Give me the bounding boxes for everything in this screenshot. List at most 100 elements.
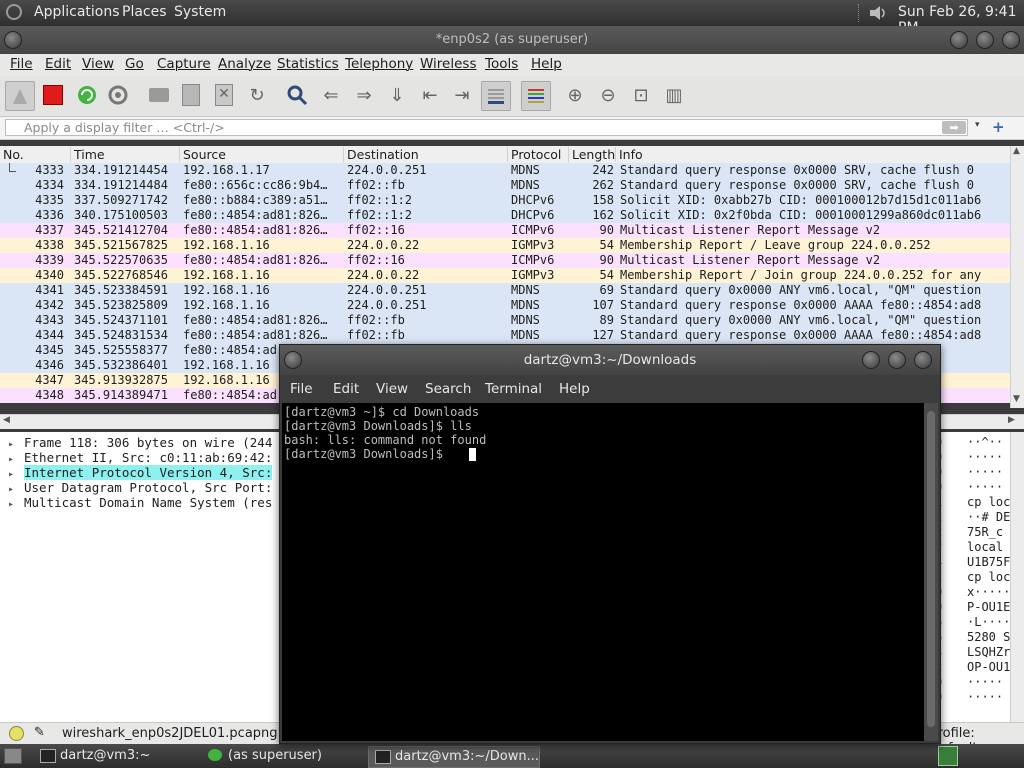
menu-go[interactable]: Go <box>125 56 144 72</box>
maximize-button[interactable] <box>888 351 906 369</box>
task-terminal-downloads[interactable]: dartz@vm3:~/Down... <box>368 746 540 768</box>
packet-row[interactable]: 4339 345.522570635 fe80::4854:ad81:826… ff0… <box>0 253 1010 268</box>
close-button[interactable] <box>914 351 932 369</box>
first-packet-icon[interactable]: ⇤ <box>416 81 444 109</box>
menu-statistics[interactable]: Statistics <box>277 56 339 72</box>
detail-tree-item[interactable]: ▸ Internet Protocol Version 4, Src: <box>8 465 273 480</box>
ascii-text[interactable]: ····· <box>967 675 1003 689</box>
terminal-menu-help[interactable]: Help <box>559 381 590 397</box>
packet-row[interactable]: 4333 334.191214454 192.168.1.17 224.0.0.251… <box>0 163 1010 178</box>
ascii-text[interactable]: cp loc <box>967 495 1010 509</box>
scroll-right-icon[interactable]: ▶ <box>1008 415 1015 425</box>
ascii-text[interactable]: x····· <box>967 585 1010 599</box>
scroll-left-icon[interactable]: ◀ <box>3 415 10 425</box>
ascii-text[interactable]: U1B75F <box>967 555 1010 569</box>
zoom-in-icon[interactable]: ⊕ <box>561 81 589 109</box>
ascii-text[interactable]: ····· <box>967 465 1003 479</box>
minimize-button[interactable] <box>862 351 880 369</box>
ascii-text[interactable]: OP-OU1 <box>967 660 1010 674</box>
wireshark-titlebar[interactable]: *enp0s2 (as superuser) <box>0 26 1024 54</box>
terminal-menu-file[interactable]: File <box>290 381 313 397</box>
packet-row[interactable]: 4334 334.191214484 fe80::656c:cc86:9b4… ff0… <box>0 178 1010 193</box>
resize-columns-icon[interactable]: ▥ <box>660 81 688 109</box>
menu-tools[interactable]: Tools <box>485 56 518 72</box>
places-menu[interactable]: Places <box>122 4 167 20</box>
autoscroll-icon[interactable] <box>481 81 511 111</box>
maximize-button[interactable] <box>976 31 994 49</box>
packet-row[interactable]: 4338 345.521567825 192.168.1.16 224.0.0.22 I… <box>0 238 1010 253</box>
terminal-scrollbar[interactable] <box>924 403 938 741</box>
scroll-down-icon[interactable]: ▼ <box>1013 394 1020 404</box>
expand-arrow-icon[interactable]: ▸ <box>8 497 24 512</box>
task-wireshark[interactable]: (as superuser) <box>202 746 388 766</box>
go-to-packet-icon[interactable]: ⇓ <box>383 81 411 109</box>
packet-row[interactable]: 4336 340.175100503 fe80::4854:ad81:826… ff0… <box>0 208 1010 223</box>
menu-wireless[interactable]: Wireless <box>420 56 477 72</box>
minimize-button[interactable] <box>950 31 968 49</box>
filter-dropdown-icon[interactable]: ▾ <box>975 120 980 130</box>
capture-comment-icon[interactable]: ✎ <box>34 725 45 740</box>
capture-options-icon[interactable] <box>104 81 132 109</box>
close-button[interactable] <box>1002 31 1020 49</box>
terminal-titlebar[interactable]: dartz@vm3:~/Downloads <box>280 345 940 375</box>
terminal-menu-edit[interactable]: Edit <box>333 381 359 397</box>
terminal-scroll-thumb[interactable] <box>927 411 935 727</box>
task-terminal-home[interactable]: dartz@vm3:~ <box>34 746 220 766</box>
terminal-output[interactable]: [dartz@vm3 ~]$ cd Downloads [dartz@vm3 D… <box>282 403 924 741</box>
packet-row[interactable]: 4344 345.524831534 fe80::4854:ad81:826… ff0… <box>0 328 1010 343</box>
packet-row[interactable]: 4341 345.523384591 192.168.1.16 224.0.0.251… <box>0 283 1010 298</box>
packet-list-scrollbar[interactable]: ▲ ▼ <box>1010 146 1024 408</box>
open-file-icon[interactable] <box>145 81 173 109</box>
applications-menu[interactable]: Applications <box>34 4 120 20</box>
menu-file[interactable]: File <box>10 56 33 72</box>
ascii-text[interactable]: 75R_c <box>967 525 1003 539</box>
column-info[interactable]: Info <box>615 147 643 162</box>
ascii-text[interactable]: ····· <box>967 480 1003 494</box>
ascii-text[interactable]: LSQHZr <box>967 645 1010 659</box>
zoom-out-icon[interactable]: ⊖ <box>594 81 622 109</box>
menu-edit[interactable]: Edit <box>45 56 71 72</box>
terminal-window[interactable]: dartz@vm3:~/Downloads File Edit View Sea… <box>279 344 941 744</box>
system-menu[interactable]: System <box>174 4 226 20</box>
ascii-text[interactable]: ·L···· <box>967 615 1010 629</box>
detail-tree-item[interactable]: ▸ User Datagram Protocol, Src Port: <box>8 480 272 495</box>
menu-view[interactable]: View <box>82 56 114 72</box>
ascii-text[interactable]: ····· <box>967 450 1003 464</box>
stop-capture-icon[interactable] <box>39 81 67 109</box>
go-forward-icon[interactable]: ⇒ <box>350 81 378 109</box>
column-time[interactable]: Time <box>70 147 105 162</box>
bytes-scrollbar[interactable] <box>1010 432 1024 722</box>
packet-details-pane[interactable]: ▸ Frame 118: 306 bytes on wire (244 ▸ Ether… <box>0 432 280 722</box>
normal-size-icon[interactable]: ⊡ <box>627 81 655 109</box>
ascii-text[interactable]: cp loc <box>967 570 1010 584</box>
find-packet-icon[interactable] <box>283 81 311 109</box>
detail-tree-item[interactable]: ▸ Frame 118: 306 bytes on wire (244 <box>8 435 272 450</box>
packet-row[interactable]: 4340 345.522768546 192.168.1.16 224.0.0.22 I… <box>0 268 1010 283</box>
terminal-menu-view[interactable]: View <box>376 381 408 397</box>
menu-analyze[interactable]: Analyze <box>218 56 271 72</box>
packet-row[interactable]: 4337 345.521412704 fe80::4854:ad81:826… ff0… <box>0 223 1010 238</box>
last-packet-icon[interactable]: ⇥ <box>448 81 476 109</box>
window-menu-button[interactable] <box>284 351 302 369</box>
ascii-text[interactable]: local <box>967 540 1003 554</box>
ascii-text[interactable]: ··# DE <box>967 510 1010 524</box>
detail-tree-item[interactable]: ▸ Ethernet II, Src: c0:11:ab:69:42: <box>8 450 272 465</box>
packet-row[interactable]: 4335 337.509271742 fe80::b884:c389:a51… ff0… <box>0 193 1010 208</box>
ascii-text[interactable]: ··^·· <box>967 435 1003 449</box>
volume-icon[interactable] <box>868 4 888 22</box>
expert-info-icon[interactable] <box>9 726 24 741</box>
start-capture-fin-icon[interactable] <box>5 81 35 111</box>
close-file-icon[interactable]: ✕ <box>210 81 238 109</box>
packet-row[interactable]: 4342 345.523825809 192.168.1.16 224.0.0.251… <box>0 298 1010 313</box>
apply-filter-icon[interactable]: ➡ <box>942 121 966 134</box>
scroll-up-icon[interactable]: ▲ <box>1013 146 1020 156</box>
ascii-text[interactable]: ····· <box>967 690 1003 704</box>
ascii-text[interactable]: 5280 S <box>967 630 1010 644</box>
column-destination[interactable]: Destination <box>343 147 419 162</box>
restart-capture-icon[interactable] <box>73 81 101 109</box>
menu-capture[interactable]: Capture <box>157 56 211 72</box>
menu-help[interactable]: Help <box>531 56 562 72</box>
save-file-icon[interactable] <box>177 81 205 109</box>
workspace-switcher-icon[interactable] <box>938 746 958 766</box>
terminal-menu-search[interactable]: Search <box>425 381 471 397</box>
